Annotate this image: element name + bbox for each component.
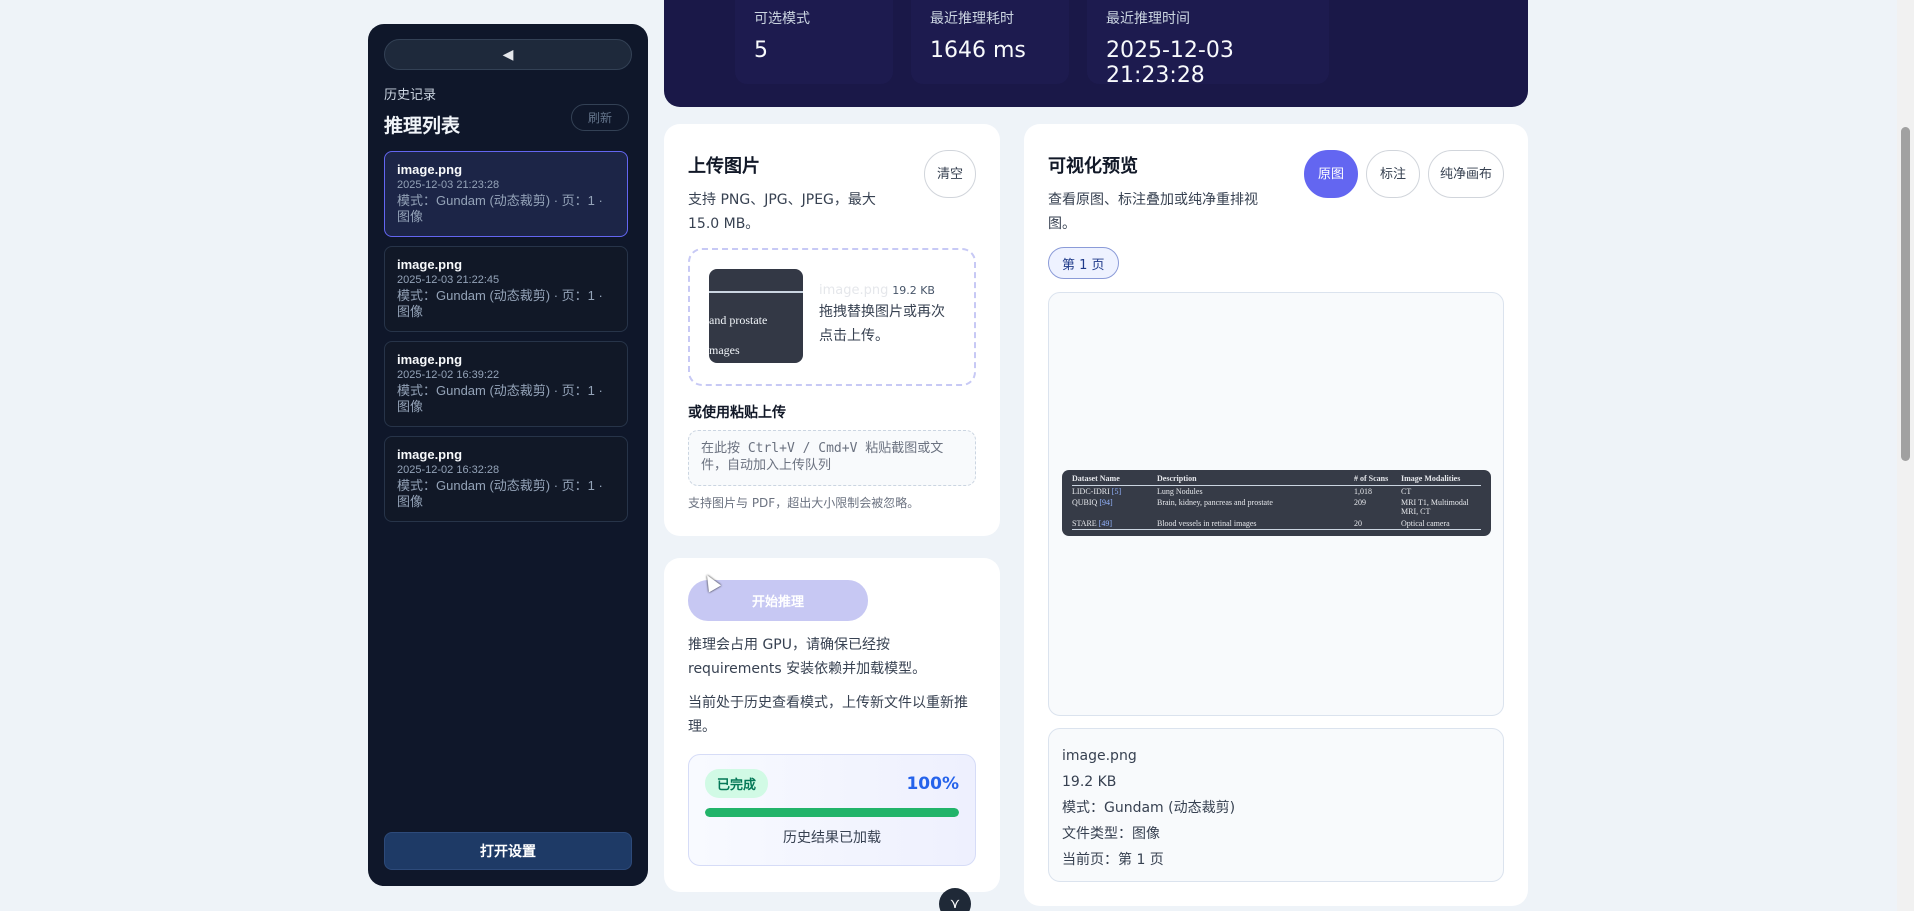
history-item-meta: 模式：Gundam (动态裁剪) · 页：1 · 图像: [397, 193, 603, 224]
tab-original[interactable]: 原图: [1304, 150, 1358, 198]
table-cell: MRI T1, Multimodal MRI, CT: [1401, 498, 1469, 516]
table-cell: STARE: [1072, 519, 1097, 528]
table-cell: Optical camera: [1401, 519, 1450, 528]
table-header-cell: Dataset Name: [1072, 474, 1120, 483]
table-cell: 209: [1354, 498, 1366, 507]
stat-label: 可选模式: [754, 11, 810, 27]
upload-dropzone[interactable]: and prostate mages image.png 19.2 KB 拖拽替…: [688, 248, 976, 386]
history-item-name: image.png: [397, 162, 463, 177]
meta-file-size: 19.2 KB: [1062, 774, 1117, 790]
progress-percent: 100%: [906, 773, 959, 794]
preview-card: 可视化预览 查看原图、标注叠加或纯净重排视图。 原图 标注 纯净画布 第 1 页…: [1024, 124, 1528, 906]
table-row: QUBIQ [94] Brain, kidney, pancreas and p…: [1072, 498, 1481, 516]
history-title: 推理列表: [384, 115, 461, 137]
stat-latency: 最近推理耗时 1646 ms: [911, 0, 1069, 84]
progress-panel: 已完成 100% 历史结果已加载: [688, 754, 976, 866]
history-item-time: 2025-12-03 21:23:28: [397, 179, 500, 191]
history-item[interactable]: image.png 2025-12-02 16:32:28 模式：Gundam …: [384, 436, 628, 522]
stat-modes: 可选模式 5: [735, 0, 893, 84]
upload-file-info: image.png 19.2 KB: [819, 283, 947, 298]
table-cell-ref: [49]: [1098, 519, 1113, 528]
preview-image-area: Dataset Name Description # of Scans Imag…: [1048, 292, 1504, 716]
paste-upload-title: 或使用粘贴上传: [688, 405, 786, 421]
view-mode-tabs: 原图 标注 纯净画布: [1304, 150, 1504, 198]
table-header-row: Dataset Name Description # of Scans Imag…: [1072, 474, 1481, 483]
history-subtitle: 历史记录: [384, 88, 437, 103]
paste-upload-input[interactable]: 在此按 Ctrl+V / Cmd+V 粘贴截图或文件，自动加入上传队列: [688, 430, 976, 486]
upload-file-name: image.png: [819, 283, 889, 298]
progress-message: 历史结果已加载: [783, 830, 881, 846]
stat-value: 5: [754, 38, 768, 63]
stats-banner: 可选模式 5 最近推理耗时 1646 ms 最近推理时间 2025-12-03 …: [664, 0, 1528, 107]
history-item-time: 2025-12-02 16:39:22: [397, 369, 500, 381]
table-cell: Blood vessels in retinal images: [1157, 519, 1257, 528]
meta-file-name: image.png: [1062, 748, 1137, 764]
collapse-sidebar-button[interactable]: ◀: [384, 39, 632, 70]
table-cell: Brain, kidney, pancreas and prostate: [1157, 498, 1273, 507]
stat-value: 2025-12-03 21:23:28: [1106, 38, 1234, 88]
preview-image: Dataset Name Description # of Scans Imag…: [1062, 470, 1491, 536]
meta-mode: 模式：Gundam (动态裁剪): [1062, 800, 1236, 816]
history-item-name: image.png: [397, 447, 463, 462]
history-header: 推理列表 刷新: [384, 104, 629, 138]
upload-card: 上传图片 支持 PNG、JPG、JPEG，最大 15.0 MB。 清空 and …: [664, 124, 1000, 536]
progress-bar: [705, 808, 959, 817]
page-scrollbar[interactable]: [1897, 0, 1914, 911]
history-item[interactable]: image.png 2025-12-02 16:39:22 模式：Gundam …: [384, 341, 628, 427]
stat-value: 1646 ms: [930, 38, 1026, 63]
progress-bar-fill: [705, 808, 959, 817]
history-item[interactable]: image.png 2025-12-03 21:22:45 模式：Gundam …: [384, 246, 628, 332]
history-item-time: 2025-12-03 21:22:45: [397, 274, 500, 286]
stat-last-time: 最近推理时间 2025-12-03 21:23:28: [1087, 0, 1329, 88]
history-item-time: 2025-12-02 16:32:28: [397, 464, 500, 476]
table-cell: LIDC-IDRI: [1072, 487, 1110, 496]
history-sidebar: ◀ 历史记录 推理列表 刷新 image.png 2025-12-03 21:2…: [368, 24, 648, 886]
stat-label: 最近推理耗时: [930, 11, 1014, 27]
history-item-meta: 模式：Gundam (动态裁剪) · 页：1 · 图像: [397, 478, 603, 509]
table-header-cell: Description: [1157, 474, 1197, 483]
history-item-meta: 模式：Gundam (动态裁剪) · 页：1 · 图像: [397, 383, 603, 414]
table-cell: 1,018: [1354, 487, 1372, 496]
thumbnail-text: and prostate: [709, 313, 768, 327]
history-list: image.png 2025-12-03 21:23:28 模式：Gundam …: [384, 151, 629, 522]
file-meta-panel: image.png 19.2 KB 模式：Gundam (动态裁剪) 文件类型：…: [1048, 728, 1504, 882]
table-header-cell: Image Modalities: [1401, 474, 1461, 483]
inference-card: 开始推理 推理会占用 GPU，请确保已经按 requirements 安装依赖并…: [664, 558, 1000, 892]
table-cell: CT: [1401, 487, 1412, 496]
history-mode-note: 当前处于历史查看模式，上传新文件以重新推理。: [688, 695, 968, 735]
history-item[interactable]: image.png 2025-12-03 21:23:28 模式：Gundam …: [384, 151, 628, 237]
table-cell-ref: [5]: [1111, 487, 1122, 496]
table-row: LIDC-IDRI [5] Lung Nodules 1,018 CT: [1072, 487, 1481, 496]
dropzone-hint: 拖拽替换图片或再次点击上传。: [819, 304, 945, 344]
status-badge: 已完成: [705, 769, 769, 798]
meta-file-type: 文件类型：图像: [1062, 826, 1160, 842]
history-item-name: image.png: [397, 352, 463, 367]
page-chip[interactable]: 第 1 页: [1048, 247, 1119, 279]
meta-current-page: 当前页：第 1 页: [1062, 852, 1164, 868]
preview-desc: 查看原图、标注叠加或纯净重排视图。: [1048, 192, 1258, 232]
table-cell-ref: [94]: [1099, 498, 1113, 507]
table-cell: 20: [1354, 519, 1362, 528]
clear-button[interactable]: 清空: [924, 150, 976, 198]
tab-clean-canvas[interactable]: 纯净画布: [1428, 150, 1504, 198]
table-cell: QUBIQ: [1072, 498, 1098, 507]
gpu-note: 推理会占用 GPU，请确保已经按 requirements 安装依赖并加载模型。: [688, 637, 927, 677]
upload-desc: 支持 PNG、JPG、JPEG，最大 15.0 MB。: [688, 192, 876, 232]
paste-upload-note: 支持图片与 PDF，超出大小限制会被忽略。: [688, 496, 920, 510]
stat-label: 最近推理时间: [1106, 11, 1190, 27]
table-cell: Lung Nodules: [1157, 487, 1203, 496]
table-header-cell: # of Scans: [1354, 474, 1389, 483]
history-item-meta: 模式：Gundam (动态裁剪) · 页：1 · 图像: [397, 288, 603, 319]
tab-annotated[interactable]: 标注: [1366, 150, 1420, 198]
open-settings-button[interactable]: 打开设置: [384, 832, 632, 870]
upload-thumbnail: and prostate mages: [709, 269, 803, 363]
refresh-button[interactable]: 刷新: [571, 104, 629, 131]
upload-file-size: 19.2 KB: [892, 284, 935, 297]
history-item-name: image.png: [397, 257, 463, 272]
dropzone-info: image.png 19.2 KB 拖拽替换图片或再次点击上传。: [819, 283, 947, 365]
table-row: STARE [49] Blood vessels in retinal imag…: [1072, 519, 1481, 528]
thumbnail-text: mages: [709, 343, 740, 357]
scrollbar-thumb[interactable]: [1901, 127, 1910, 461]
